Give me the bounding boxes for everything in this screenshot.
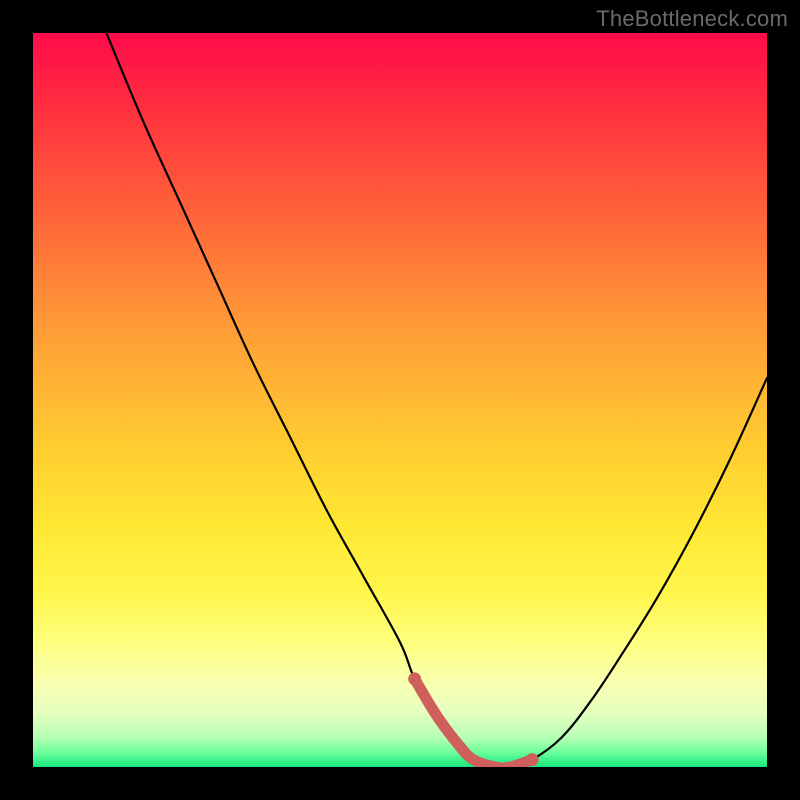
chart-frame: TheBottleneck.com [0,0,800,800]
highlight-end-dot [526,753,539,766]
bottleneck-curve [106,33,767,767]
highlight-start-dot [408,672,421,685]
plot-area [33,33,767,767]
optimal-range-highlight [415,679,532,767]
curve-layer [33,33,767,767]
watermark-text: TheBottleneck.com [596,6,788,32]
